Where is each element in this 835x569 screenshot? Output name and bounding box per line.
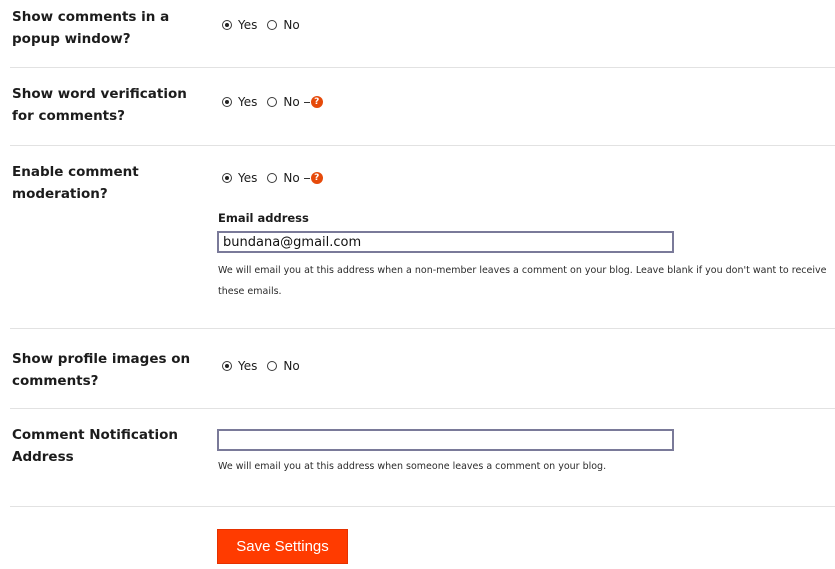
help-icon[interactable]: ? [310,96,323,108]
notification-address-hint: We will email you at this address when s… [218,461,607,472]
email-address-label: Email address [218,211,309,225]
popup-yes-radio[interactable] [222,20,232,30]
dash [303,177,310,179]
word-verification-yes-radio[interactable] [222,97,232,107]
notification-address-label: Comment Notification Address [12,427,178,465]
word-verification-label: Show word verification for comments? [12,86,187,124]
comment-moderation-options: Yes No ? [222,169,323,187]
moderation-yes-label[interactable]: Yes [238,171,257,185]
save-settings-button[interactable]: Save Settings [217,529,348,564]
moderation-yes-radio[interactable] [222,173,232,183]
divider [10,67,835,68]
word-verification-no-label[interactable]: No [283,95,299,109]
help-icon[interactable]: ? [310,172,323,184]
moderation-email-input[interactable] [217,231,674,253]
word-verification-yes-label[interactable]: Yes [238,95,257,109]
notification-address-input[interactable] [217,429,674,451]
profile-images-no-radio[interactable] [267,361,278,371]
word-verification-options: Yes No ? [222,93,323,111]
profile-images-yes-label[interactable]: Yes [238,359,257,373]
divider [10,145,835,146]
popup-comments-options: Yes No [222,16,310,34]
comment-moderation-label: Enable comment moderation? [12,164,139,202]
dash [303,101,310,103]
profile-images-label: Show profile images on comments? [12,351,191,389]
profile-images-no-label[interactable]: No [283,359,299,373]
moderation-no-label[interactable]: No [283,171,299,185]
profile-images-yes-radio[interactable] [222,361,232,371]
word-verification-no-radio[interactable] [267,97,278,107]
divider [10,408,835,409]
popup-no-radio[interactable] [267,20,278,30]
moderation-email-hint: We will email you at this address when a… [218,265,827,297]
moderation-no-radio[interactable] [267,173,278,183]
popup-yes-label[interactable]: Yes [238,18,257,32]
popup-comments-label: Show comments in a popup window? [12,9,170,47]
divider [10,506,835,507]
profile-images-options: Yes No [222,357,310,375]
popup-no-label[interactable]: No [283,18,299,32]
divider [10,328,835,329]
